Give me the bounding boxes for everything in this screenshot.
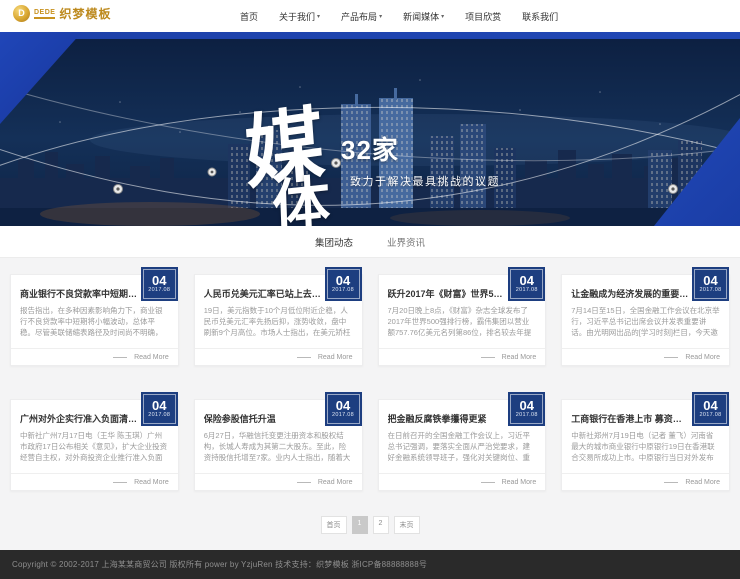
caret-down-icon: ▾ [441, 13, 444, 20]
news-tabbar: 集团动态 业界资讯 [0, 226, 740, 258]
news-excerpt: 中新社郑州7月19日电（记者 董飞）河南省最大的城市商业银行中原银行19日在香港… [571, 430, 720, 464]
nav-item-about[interactable]: 关于我们 ▾ [279, 10, 320, 23]
news-title[interactable]: 广州对外企实行准入负面清单管理 [20, 412, 138, 425]
read-more-link[interactable]: Read More [318, 479, 353, 486]
news-excerpt: 7月20日晚上8点，《财富》杂志全球发布了2017年世界500强排行榜，霸伟集团… [388, 305, 537, 339]
pagination-first[interactable]: 首页 [321, 516, 347, 534]
pagination-last[interactable]: 末页 [394, 516, 420, 534]
logo-bar [34, 17, 55, 19]
news-card[interactable]: 042017.08 商业银行不良贷款率中短期内将总体平... 报告指出，在多种因… [10, 274, 179, 366]
news-card[interactable]: 042017.08 人民币兑美元汇率已站上去年四季度以... 19日，美元指数于… [194, 274, 363, 366]
news-title[interactable]: 工商银行在香港上市 募资逾98亿港元 [571, 412, 689, 425]
read-more-link[interactable]: Read More [134, 479, 169, 486]
news-card[interactable]: 042017.08 跃升2017年《财富》世界500强 7月20日晚上8点，《财… [378, 274, 547, 366]
dash-icon [297, 357, 311, 358]
dash-icon [113, 357, 127, 358]
pagination: 首页 1 2 末页 [10, 516, 730, 534]
news-section: 042017.08 商业银行不良贷款率中短期内将总体平... 报告指出，在多种因… [0, 258, 740, 550]
main-nav: 首页 关于我们 ▾ 产品布局 ▾ 新闻媒体 ▾ 项目欣赏 联系我们 [240, 0, 558, 32]
news-title[interactable]: 人民币兑美元汇率已站上去年四季度以... [204, 287, 322, 300]
news-excerpt: 7月14日至15日，全国金融工作会议在北京举行，习近平总书记出席会议并发表重要讲… [571, 305, 720, 339]
dash-icon [113, 482, 127, 483]
dash-icon [481, 482, 495, 483]
news-card[interactable]: 042017.08 让金融成为经济发展的重要动力 7月14日至15日，全国金融工… [561, 274, 730, 366]
copyright-text: Copyright © 2002-2017 上海某某商贸公司 版权所有 powe… [12, 559, 427, 570]
news-title[interactable]: 把金融反腐铁拳攥得更紧 [388, 412, 506, 425]
nav-item-products[interactable]: 产品布局 ▾ [341, 10, 382, 23]
date-badge: 042017.08 [141, 267, 178, 301]
hero-headline-number: 32家 [341, 130, 399, 167]
dash-icon [664, 482, 678, 483]
logo-site-title: 织梦模板 [59, 5, 111, 22]
news-title[interactable]: 让金融成为经济发展的重要动力 [571, 287, 689, 300]
hero-calligraphy-char-2: 体 [271, 155, 332, 226]
dash-icon [297, 482, 311, 483]
read-more-link[interactable]: Read More [502, 479, 537, 486]
hero-blue-strip [0, 32, 740, 39]
news-excerpt: 在日前召开的全国金融工作会议上，习近平总书记强调，要落实全面从严治党要求，建好金… [388, 430, 537, 464]
nav-item-contact[interactable]: 联系我们 [522, 10, 558, 23]
news-card[interactable]: 042017.08 广州对外企实行准入负面清单管理 中新社广州7月17日电（王华… [10, 399, 179, 491]
dash-icon [481, 357, 495, 358]
hero-subtitle: 致力于解决最具挑战的议题 [350, 173, 500, 189]
news-card[interactable]: 042017.08 工商银行在香港上市 募资逾98亿港元 中新社郑州7月19日电… [561, 399, 730, 491]
hero-city-image [0, 32, 740, 226]
read-more-link[interactable]: Read More [318, 354, 353, 361]
tab-group-news[interactable]: 集团动态 [315, 235, 353, 249]
hero-banner: 媒 体 32家 致力于解决最具挑战的议题 [0, 32, 740, 226]
news-card[interactable]: 042017.08 保险参股信托升温 6月27日，华融信托变更注册资本和股权结构… [194, 399, 363, 491]
logo-coin-icon: D [13, 5, 30, 22]
page-footer: Copyright © 2002-2017 上海某某商贸公司 版权所有 powe… [0, 550, 740, 579]
read-more-link[interactable]: Read More [134, 354, 169, 361]
pagination-page-2[interactable]: 2 [373, 516, 389, 534]
caret-down-icon: ▾ [317, 13, 320, 20]
read-more-link[interactable]: Read More [685, 354, 720, 361]
read-more-link[interactable]: Read More [685, 479, 720, 486]
tab-industry-info[interactable]: 业界资讯 [387, 235, 425, 249]
news-card-grid: 042017.08 商业银行不良贷款率中短期内将总体平... 报告指出，在多种因… [10, 274, 730, 491]
site-logo[interactable]: D DEDE 织梦模板 [13, 5, 111, 22]
nav-item-home[interactable]: 首页 [240, 10, 258, 23]
news-title[interactable]: 跃升2017年《财富》世界500强 [388, 287, 506, 300]
news-excerpt: 6月27日，华融信托变更注册资本和股权结构，长城人寿成为其第二大股东。至此，险资… [204, 430, 353, 464]
nav-item-projects[interactable]: 项目欣赏 [465, 10, 501, 23]
caret-down-icon: ▾ [379, 13, 382, 20]
news-excerpt: 报告指出，在多种因素影响角力下，商业银行不良贷款率中短期将小幅波动，总体平稳。尽… [20, 305, 169, 339]
date-badge: 042017.08 [325, 267, 362, 301]
date-badge: 042017.08 [508, 392, 545, 426]
pagination-page-1[interactable]: 1 [352, 516, 368, 534]
news-title[interactable]: 保险参股信托升温 [204, 412, 322, 425]
date-badge: 042017.08 [141, 392, 178, 426]
date-badge: 042017.08 [508, 267, 545, 301]
news-excerpt: 中新社广州7月17日电（王华 陈玉琪）广州市政府17日公布相关《意见》，扩大企业… [20, 430, 169, 464]
read-more-link[interactable]: Read More [502, 354, 537, 361]
top-header: D DEDE 织梦模板 首页 关于我们 ▾ 产品布局 ▾ 新闻媒体 ▾ 项目欣赏… [0, 0, 740, 32]
news-title[interactable]: 商业银行不良贷款率中短期内将总体平... [20, 287, 138, 300]
logo-en-text: DEDE [34, 9, 55, 19]
news-card[interactable]: 042017.08 把金融反腐铁拳攥得更紧 在日前召开的全国金融工作会议上，习近… [378, 399, 547, 491]
date-badge: 042017.08 [692, 392, 729, 426]
date-badge: 042017.08 [325, 392, 362, 426]
dash-icon [664, 357, 678, 358]
nav-item-news[interactable]: 新闻媒体 ▾ [403, 10, 444, 23]
news-excerpt: 19日，美元指数于10个月低位附近企稳，人民币兑美元汇率先扬后抑，涨势收敛，盘中… [204, 305, 353, 339]
date-badge: 042017.08 [692, 267, 729, 301]
